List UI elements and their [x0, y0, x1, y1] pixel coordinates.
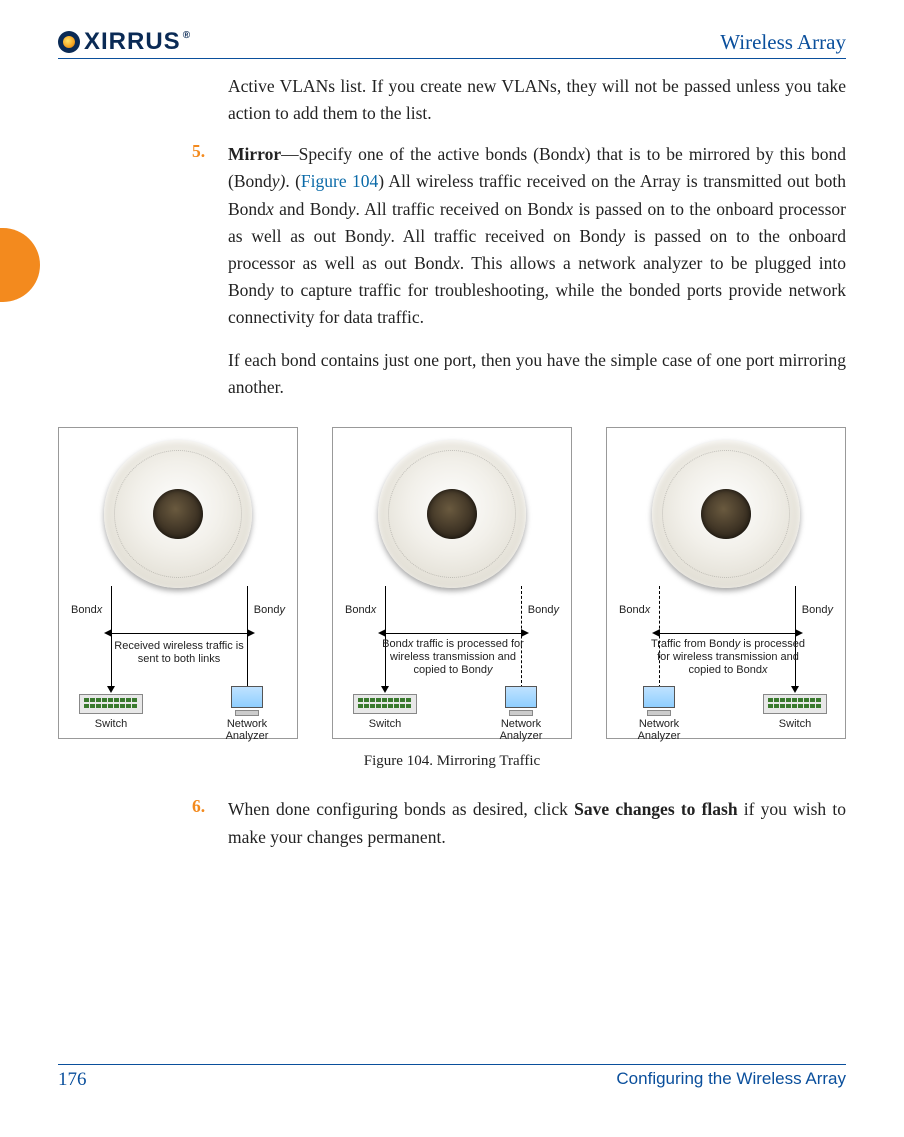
- intro-paragraph: Active VLANs list. If you create new VLA…: [228, 73, 846, 127]
- bondy-label: Bondy: [802, 604, 833, 616]
- switch-label: Switch: [355, 718, 415, 730]
- switch-icon: [763, 694, 827, 714]
- brand-logo: XIRRUS®: [58, 28, 191, 56]
- step-6-body: When done configuring bonds as desired, …: [228, 796, 846, 850]
- section-title: Configuring the Wireless Array: [616, 1069, 846, 1091]
- switch-label: Switch: [765, 718, 825, 730]
- bondx-label: Bondx: [345, 604, 376, 616]
- figure-panel-1: Bondx Bondy Received wireless traffic is…: [58, 427, 298, 739]
- array-device-icon: [652, 440, 800, 588]
- switch-icon: [79, 694, 143, 714]
- step-5: 5. Mirror—Specify one of the active bond…: [228, 141, 846, 401]
- step-5-para2: If each bond contains just one port, the…: [228, 347, 846, 401]
- analyzer-label: Network Analyzer: [217, 718, 277, 742]
- analyzer-icon: [643, 686, 675, 716]
- switch-icon: [353, 694, 417, 714]
- page-header: XIRRUS® Wireless Array: [58, 28, 846, 59]
- section-tab-icon: [0, 228, 40, 302]
- figure-104-link[interactable]: Figure 104: [301, 171, 378, 191]
- doc-title: Wireless Array: [720, 30, 846, 55]
- bondy-label: Bondy: [528, 604, 559, 616]
- analyzer-icon: [505, 686, 537, 716]
- logo-icon: [58, 31, 80, 53]
- analyzer-icon: [231, 686, 263, 716]
- analyzer-label: Network Analyzer: [491, 718, 551, 742]
- figure-104: Bondx Bondy Received wireless traffic is…: [58, 427, 846, 739]
- panel-note: Bondx traffic is processed for wireless …: [373, 638, 533, 676]
- bondx-label: Bondx: [71, 604, 102, 616]
- array-device-icon: [104, 440, 252, 588]
- panel-note: Received wireless traffic is sent to bot…: [107, 640, 251, 665]
- step-6-number: 6.: [192, 796, 205, 817]
- bondy-label: Bondy: [254, 604, 285, 616]
- panel-note: Traffic from Bondy is processed for wire…: [645, 638, 811, 676]
- page-number: 176: [58, 1069, 87, 1091]
- array-device-icon: [378, 440, 526, 588]
- figure-caption: Figure 104. Mirroring Traffic: [58, 753, 846, 770]
- step-6: 6. When done configuring bonds as desire…: [228, 796, 846, 850]
- analyzer-label: Network Analyzer: [629, 718, 689, 742]
- figure-panel-3: Bondx Bondy Traffic from Bondy is proces…: [606, 427, 846, 739]
- logo-text: XIRRUS®: [84, 28, 191, 56]
- figure-panel-2: Bondx Bondy Bondx traffic is processed f…: [332, 427, 572, 739]
- switch-label: Switch: [81, 718, 141, 730]
- step-5-body: Mirror—Specify one of the active bonds (…: [228, 141, 846, 401]
- page-footer: 176 Configuring the Wireless Array: [58, 1064, 846, 1091]
- bondx-label: Bondx: [619, 604, 650, 616]
- step-5-number: 5.: [192, 141, 205, 162]
